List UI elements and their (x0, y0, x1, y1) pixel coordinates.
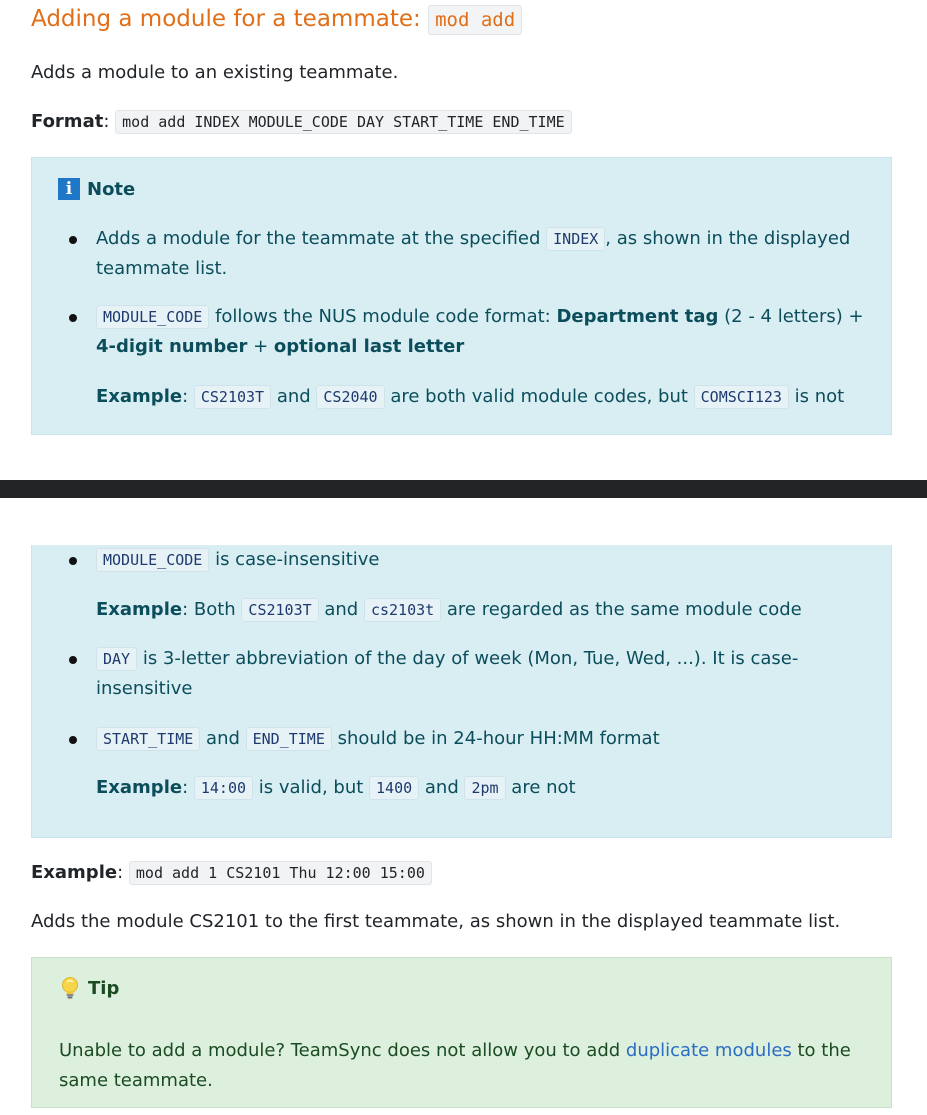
item1-text-b: , as shown in the displayed (605, 228, 851, 249)
format-line: Format: mod add INDEX MODULE_CODE DAY ST… (31, 110, 572, 134)
item2-text-b: (2 - 4 letters) + (718, 306, 864, 327)
tip-label: Tip (88, 977, 120, 999)
item5-code1: START_TIME (96, 727, 201, 751)
item2-text-a: follows the NUS module code format: (209, 306, 557, 327)
section-divider (0, 480, 927, 498)
item5-ex-text: is valid, but (253, 777, 370, 798)
note-header: i Note (58, 178, 135, 200)
item5-code2: END_TIME (245, 727, 332, 751)
item2-ex-code2: CS2040 (316, 385, 385, 409)
note-box-continued: MODULE_CODE is case-insensitive Example:… (31, 545, 892, 838)
item2-bold-c: optional last letter (273, 336, 465, 357)
item5-text: should be in 24-hour HH:MM format (331, 728, 660, 749)
bullet-icon (69, 314, 77, 322)
tip-header: Tip (60, 976, 119, 1000)
note-item-case: MODULE_CODE is case-insensitive (69, 545, 876, 575)
item2-text-c: + (247, 336, 274, 357)
example-label: Example (31, 862, 118, 883)
bullet-icon (69, 656, 77, 664)
item2-ex-code3: COMSCI123 (693, 385, 789, 409)
item1-code: INDEX (546, 227, 606, 251)
tip-text-b: to the (791, 1040, 851, 1061)
item3-ex-code2: cs2103t (363, 598, 442, 622)
item2-ex-tail: is not (788, 386, 845, 407)
item1-text-a: Adds a module for the teammate at the sp… (96, 228, 547, 249)
format-colon: : (103, 111, 110, 132)
item5-ex-code2: 1400 (369, 776, 420, 800)
item2-ex-code1: CS2103T (193, 385, 272, 409)
top-section: Adding a module for a teammate: mod add … (0, 0, 927, 480)
item4-text-a: is 3-letter abbreviation of the day of w… (137, 648, 799, 669)
note-item-module-format: MODULE_CODE follows the NUS module code … (69, 302, 876, 362)
item5-and: and (200, 728, 246, 749)
heading-code: mod add (428, 5, 523, 35)
item5-ex-and: and (419, 777, 465, 798)
format-label: Format (31, 111, 104, 132)
item3-ex-code1: CS2103T (241, 598, 319, 622)
example-line: Example: mod add 1 CS2101 Thu 12:00 15:0… (31, 861, 432, 885)
note-item-module-example: Example: CS2103T and CS2040 are both val… (96, 382, 876, 412)
item3-example-text: : Both (182, 599, 242, 620)
example-code: mod add 1 CS2101 Thu 12:00 15:00 (128, 861, 432, 885)
item2-code: MODULE_CODE (96, 305, 210, 329)
note-box-top: i Note Adds a module for the teammate at… (31, 157, 892, 435)
item5-example-label: Example (96, 777, 183, 798)
item3-example-label: Example (96, 599, 183, 620)
item3-ex-and: and (318, 599, 364, 620)
bullet-icon (69, 736, 77, 744)
item3-ex-tail: are regarded as the same module code (441, 599, 802, 620)
item2-ex-and: and (271, 386, 317, 407)
item4-text-b: insensitive (96, 678, 193, 699)
item4-code: DAY (96, 647, 138, 671)
example-colon: : (117, 862, 124, 883)
tip-box: Tip Unable to add a module? TeamSync doe… (31, 957, 892, 1108)
item3-code: MODULE_CODE (96, 548, 210, 572)
item2-example-colon: : (182, 386, 194, 407)
tip-text: Unable to add a module? TeamSync does no… (59, 1036, 859, 1096)
item5-ex-code1: 14:00 (193, 776, 254, 800)
item5-ex-code3: 2pm (464, 776, 506, 800)
bullet-icon (69, 236, 77, 244)
heading-text: Adding a module for a teammate: (31, 6, 429, 32)
tip-text-c: same teammate. (59, 1070, 213, 1091)
duplicate-modules-link[interactable]: duplicate modules (626, 1040, 792, 1061)
item2-ex-text: are both valid module codes, but (384, 386, 694, 407)
item3-text: is case-insensitive (209, 549, 380, 570)
format-code: mod add INDEX MODULE_CODE DAY START_TIME… (115, 110, 572, 134)
info-icon: i (58, 178, 80, 200)
item2-example-label: Example (96, 386, 183, 407)
item2-bold-a: Department tag (556, 306, 719, 327)
note-item-time-example: Example: 14:00 is valid, but 1400 and 2p… (96, 773, 876, 803)
command-description: Adds a module to an existing teammate. (31, 62, 399, 83)
note-item-time: START_TIME and END_TIME should be in 24-… (69, 724, 876, 754)
section-heading: Adding a module for a teammate: mod add (31, 5, 523, 35)
note-label: Note (87, 178, 136, 200)
item5-example-colon: : (182, 777, 194, 798)
tip-text-a: Unable to add a module? TeamSync does no… (59, 1040, 626, 1061)
item2-bold-b: 4-digit number (96, 336, 248, 357)
item1-text-c: teammate list. (96, 258, 228, 279)
note-item-index: Adds a module for the teammate at the sp… (69, 224, 876, 284)
item5-ex-tail: are not (505, 777, 576, 798)
example-explanation: Adds the module CS2101 to the first team… (31, 911, 841, 932)
note-item-case-example: Example: Both CS2103T and cs2103t are re… (96, 595, 876, 625)
bullet-icon (69, 557, 77, 565)
note-item-day: DAY is 3-letter abbreviation of the day … (69, 644, 876, 704)
lightbulb-icon (62, 977, 78, 999)
